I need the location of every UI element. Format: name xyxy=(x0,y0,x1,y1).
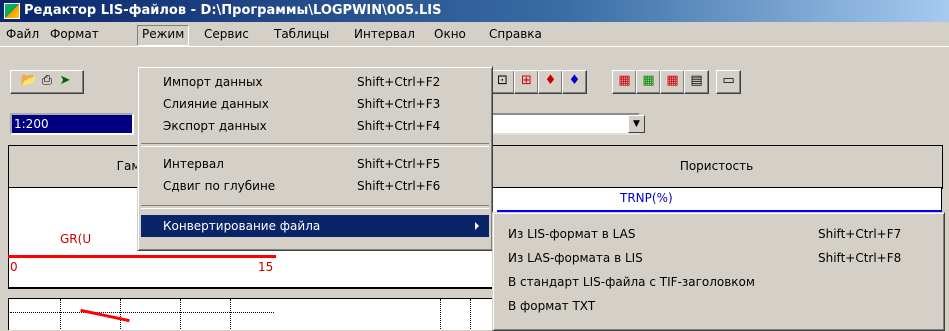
chevron-down-icon[interactable]: ▼ xyxy=(628,115,645,133)
grid-dotted-line xyxy=(10,312,274,313)
menu-shortcut: Shift+Ctrl+F7 xyxy=(818,227,902,241)
menu-shortcut: Shift+Ctrl+F5 xyxy=(357,157,441,171)
grid-icon[interactable]: ▤ xyxy=(684,70,709,94)
step-icon[interactable]: ⊡ xyxy=(490,70,515,94)
menu-item-label: Экспорт данных xyxy=(163,119,267,133)
menu-item-export[interactable]: Экспорт данных Shift+Ctrl+F4 xyxy=(141,115,489,137)
submenu-item-txt[interactable]: В формат TXT xyxy=(496,295,941,317)
table-icon[interactable]: ▦ xyxy=(612,70,637,94)
menu-shortcut: Shift+Ctrl+F3 xyxy=(357,97,441,111)
menu-mode[interactable]: Режим xyxy=(137,25,190,46)
toolbar-group-file: 📂 ⎙ ➤ xyxy=(10,70,84,94)
mode-menu: Импорт данных Shift+Ctrl+F2 Слияние данн… xyxy=(137,66,493,251)
gr-curve-line xyxy=(8,255,276,258)
menu-tables[interactable]: Таблицы xyxy=(270,25,333,44)
menu-item-label: Из LIS-формат в LAS xyxy=(508,227,636,241)
scale-max-label: 15 xyxy=(258,260,274,274)
open-folder-icon[interactable]: 📂 xyxy=(20,71,38,91)
menu-item-interval[interactable]: Интервал Shift+Ctrl+F5 xyxy=(141,153,489,175)
menu-item-label: Сдвиг по глубине xyxy=(163,179,276,193)
track-combo[interactable] xyxy=(490,113,640,135)
menu-interval[interactable]: Интервал xyxy=(350,25,419,44)
scale-min-label: 0 xyxy=(10,260,18,274)
submenu-item-lis-tif[interactable]: В стандарт LIS-файла с TIF-заголовком xyxy=(496,271,941,293)
menu-shortcut: Shift+Ctrl+F2 xyxy=(357,75,441,89)
grid-dotted-v xyxy=(230,299,231,329)
curve-left-icon[interactable]: ♦ xyxy=(538,70,563,94)
select-icon[interactable]: ⊞ xyxy=(514,70,539,94)
calculator-icon[interactable]: ▭ xyxy=(716,70,741,94)
menu-separator xyxy=(141,205,489,209)
add-table-icon[interactable]: ▦ xyxy=(636,70,661,94)
menu-item-label: В формат TXT xyxy=(508,299,596,313)
curve-label-left: GR(U xyxy=(60,232,92,246)
menu-service[interactable]: Сервис xyxy=(200,25,253,44)
menu-item-import[interactable]: Импорт данных Shift+Ctrl+F2 xyxy=(141,71,489,93)
track-header-right[interactable]: Пористость xyxy=(490,145,943,189)
grid-dotted-v xyxy=(60,299,61,329)
title-bar: Редактор LIS-файлов - D:\Программы\LOGPW… xyxy=(0,0,949,22)
menu-item-label: Импорт данных xyxy=(163,75,263,89)
menu-shortcut: Shift+Ctrl+F4 xyxy=(357,119,441,133)
curve-label-right: TRNP(%) xyxy=(620,191,673,205)
menu-item-label: В стандарт LIS-файла с TIF-заголовком xyxy=(508,275,755,289)
menu-item-label: Конвертирование файла xyxy=(163,219,321,233)
menu-shortcut: Shift+Ctrl+F6 xyxy=(357,179,441,193)
app-icon[interactable] xyxy=(4,3,20,19)
exit-icon[interactable]: ➤ xyxy=(56,71,74,91)
scale-combo[interactable]: 1:200 xyxy=(10,113,134,135)
window-title: Редактор LIS-файлов - D:\Программы\LOGPW… xyxy=(24,3,442,18)
menu-item-merge[interactable]: Слияние данных Shift+Ctrl+F3 xyxy=(141,93,489,115)
remove-table-icon[interactable]: ▦ xyxy=(660,70,685,94)
grid-dotted-v xyxy=(470,299,471,329)
menu-window[interactable]: Окно xyxy=(430,25,470,44)
menu-item-convert[interactable]: Конвертирование файла xyxy=(141,215,489,237)
submenu-item-las-to-lis[interactable]: Из LAS-формата в LIS Shift+Ctrl+F8 xyxy=(496,247,941,269)
grid-dotted-v xyxy=(120,299,121,329)
depth-body xyxy=(276,298,399,330)
menu-shortcut: Shift+Ctrl+F8 xyxy=(818,251,902,265)
menu-help[interactable]: Справка xyxy=(485,25,546,44)
menu-separator xyxy=(141,143,489,147)
track-left-body xyxy=(8,298,278,330)
menu-format[interactable]: Формат xyxy=(46,25,103,44)
menu-bar: Файл Формат Режим Сервис Таблицы Интерва… xyxy=(0,22,949,46)
grid-dotted-v xyxy=(180,299,181,329)
submenu-item-lis-to-las[interactable]: Из LIS-формат в LAS Shift+Ctrl+F7 xyxy=(496,223,941,245)
chevron-right-icon xyxy=(475,222,479,230)
menu-item-label: Слияние данных xyxy=(163,97,269,111)
menu-item-depth-shift[interactable]: Сдвиг по глубине Shift+Ctrl+F6 xyxy=(141,175,489,197)
menu-item-label: Интервал xyxy=(163,157,224,171)
convert-submenu: Из LIS-формат в LAS Shift+Ctrl+F7 Из LAS… xyxy=(492,212,945,331)
menu-item-label: Из LAS-формата в LIS xyxy=(508,251,643,265)
print-icon[interactable]: ⎙ xyxy=(38,71,56,91)
menu-file[interactable]: Файл xyxy=(2,25,43,44)
grid-dotted-v xyxy=(440,299,441,329)
curve-right-icon[interactable]: ♦ xyxy=(562,70,587,94)
